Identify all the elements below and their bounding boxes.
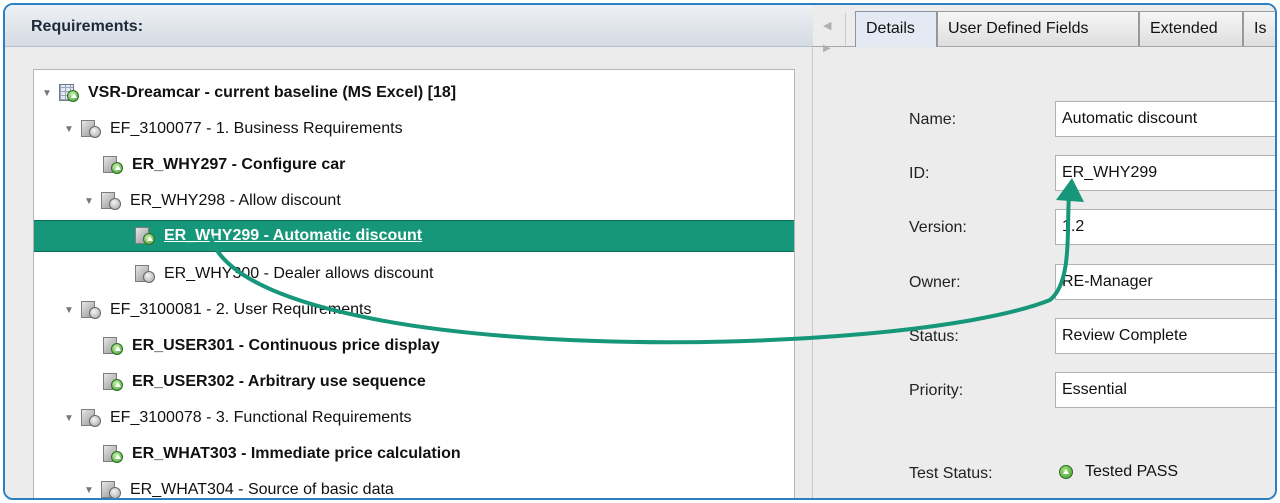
details-panel: ◀ ▶ Details User Defined Fields Extended… [813, 5, 1275, 498]
scroll-right-icon[interactable]: ▶ [823, 43, 831, 54]
tree-item-label: ER_USER301 - Continuous price display [132, 337, 440, 354]
expand-arrow-icon[interactable]: ▼ [62, 305, 76, 316]
field-label: Test Status: [909, 465, 993, 482]
tab-details[interactable]: Details [855, 11, 937, 47]
tree-item-label: ER_WHAT303 - Immediate price calculation [132, 445, 461, 462]
field-test-status: Test Status: Tested PASS [813, 455, 1275, 491]
tree-item-folder[interactable]: ▼ EF_3100081 - 2. User Requirements [34, 294, 794, 326]
spreadsheet-icon [58, 83, 80, 103]
tab-strip: ◀ ▶ Details User Defined Fields Extended… [813, 5, 1275, 54]
tree-item-label: ER_WHY299 - Automatic discount [164, 227, 423, 244]
test-status-text: Tested PASS [1085, 463, 1179, 480]
scroll-left-icon[interactable]: ◀ [823, 19, 831, 32]
folder-requirement-icon [80, 408, 102, 428]
tree-item-label: EF_3100081 - 2. User Requirements [110, 301, 372, 318]
requirements-tree[interactable]: ▼ VSR-Dreamcar - current baseline (MS Ex… [33, 69, 795, 498]
tree-item-label: ER_WHY297 - Configure car [132, 156, 346, 173]
field-status: Status: Review Complete [813, 318, 1275, 354]
tree-item-label: ER_WHY300 - Dealer allows discount [164, 265, 434, 282]
requirement-icon [100, 480, 122, 498]
requirement-passed-icon [134, 226, 156, 246]
tab-user-defined-fields[interactable]: User Defined Fields [937, 11, 1139, 46]
expand-arrow-icon[interactable]: ▼ [82, 196, 96, 207]
field-label: Name: [909, 111, 957, 128]
folder-requirement-icon [80, 300, 102, 320]
requirement-passed-icon [102, 372, 124, 392]
tree-item-requirement[interactable]: ▼ ER_WHY298 - Allow discount [34, 185, 794, 217]
tree-item-label: VSR-Dreamcar - current baseline (MS Exce… [88, 84, 457, 101]
tree-item-requirement[interactable]: ▼ ER_WHAT304 - Source of basic data [34, 474, 794, 498]
tree-item-label: ER_USER302 - Arbitrary use sequence [132, 373, 426, 390]
tree-item-requirement[interactable]: ER_WHY297 - Configure car [34, 149, 794, 181]
expand-arrow-icon[interactable]: ▼ [40, 88, 54, 99]
test-status-value: Tested PASS [1059, 463, 1178, 481]
expand-arrow-icon[interactable]: ▼ [62, 124, 76, 135]
pass-status-icon [1059, 465, 1073, 479]
requirement-passed-icon [102, 336, 124, 356]
id-field[interactable]: ER_WHY299 [1055, 155, 1275, 191]
field-label: Owner: [909, 274, 961, 291]
field-version: Version: 1.2 [813, 209, 1275, 245]
tab-extended[interactable]: Extended [1139, 11, 1243, 46]
tree-item-requirement[interactable]: ER_WHY300 - Dealer allows discount [34, 258, 794, 290]
tree-item-selected[interactable]: ER_WHY299 - Automatic discount [34, 220, 794, 252]
field-priority: Priority: Essential [813, 372, 1275, 408]
tab-is[interactable]: Is [1243, 11, 1275, 46]
app-window: Requirements: ▼ VSR-Dreamcar - current b… [3, 3, 1277, 500]
name-field[interactable]: Automatic discount [1055, 101, 1275, 137]
tree-item-requirement[interactable]: ER_USER302 - Arbitrary use sequence [34, 366, 794, 398]
tree-item-baseline[interactable]: ▼ VSR-Dreamcar - current baseline (MS Ex… [34, 77, 794, 109]
version-field[interactable]: 1.2 [1055, 209, 1275, 245]
requirement-icon [134, 264, 156, 284]
priority-field[interactable]: Essential [1055, 372, 1275, 408]
field-label: Priority: [909, 382, 964, 399]
field-label: Status: [909, 328, 959, 345]
field-owner: Owner: RE-Manager [813, 264, 1275, 300]
field-name: Name: Automatic discount [813, 101, 1275, 137]
expand-arrow-icon[interactable]: ▼ [62, 413, 76, 424]
tree-item-requirement[interactable]: ER_WHAT303 - Immediate price calculation [34, 438, 794, 470]
requirement-passed-icon [102, 444, 124, 464]
tree-item-label: EF_3100078 - 3. Functional Requirements [110, 409, 412, 426]
requirement-icon [100, 191, 122, 211]
owner-field[interactable]: RE-Manager [1055, 264, 1275, 300]
tree-item-folder[interactable]: ▼ EF_3100078 - 3. Functional Requirement… [34, 402, 794, 434]
status-field[interactable]: Review Complete [1055, 318, 1275, 354]
requirement-passed-icon [102, 155, 124, 175]
folder-requirement-icon [80, 119, 102, 139]
tree-item-label: ER_WHAT304 - Source of basic data [130, 481, 394, 498]
field-label: Version: [909, 219, 967, 236]
requirements-panel-title: Requirements: [5, 5, 813, 47]
tree-item-label: ER_WHY298 - Allow discount [130, 192, 341, 209]
expand-arrow-icon[interactable]: ▼ [82, 485, 96, 496]
tree-item-requirement[interactable]: ER_USER301 - Continuous price display [34, 330, 794, 362]
tree-item-label: EF_3100077 - 1. Business Requirements [110, 120, 403, 137]
tree-item-folder[interactable]: ▼ EF_3100077 - 1. Business Requirements [34, 113, 794, 145]
field-label: ID: [909, 165, 930, 182]
divider [845, 13, 846, 45]
requirements-panel: Requirements: ▼ VSR-Dreamcar - current b… [5, 5, 813, 498]
field-id: ID: ER_WHY299 [813, 155, 1275, 191]
